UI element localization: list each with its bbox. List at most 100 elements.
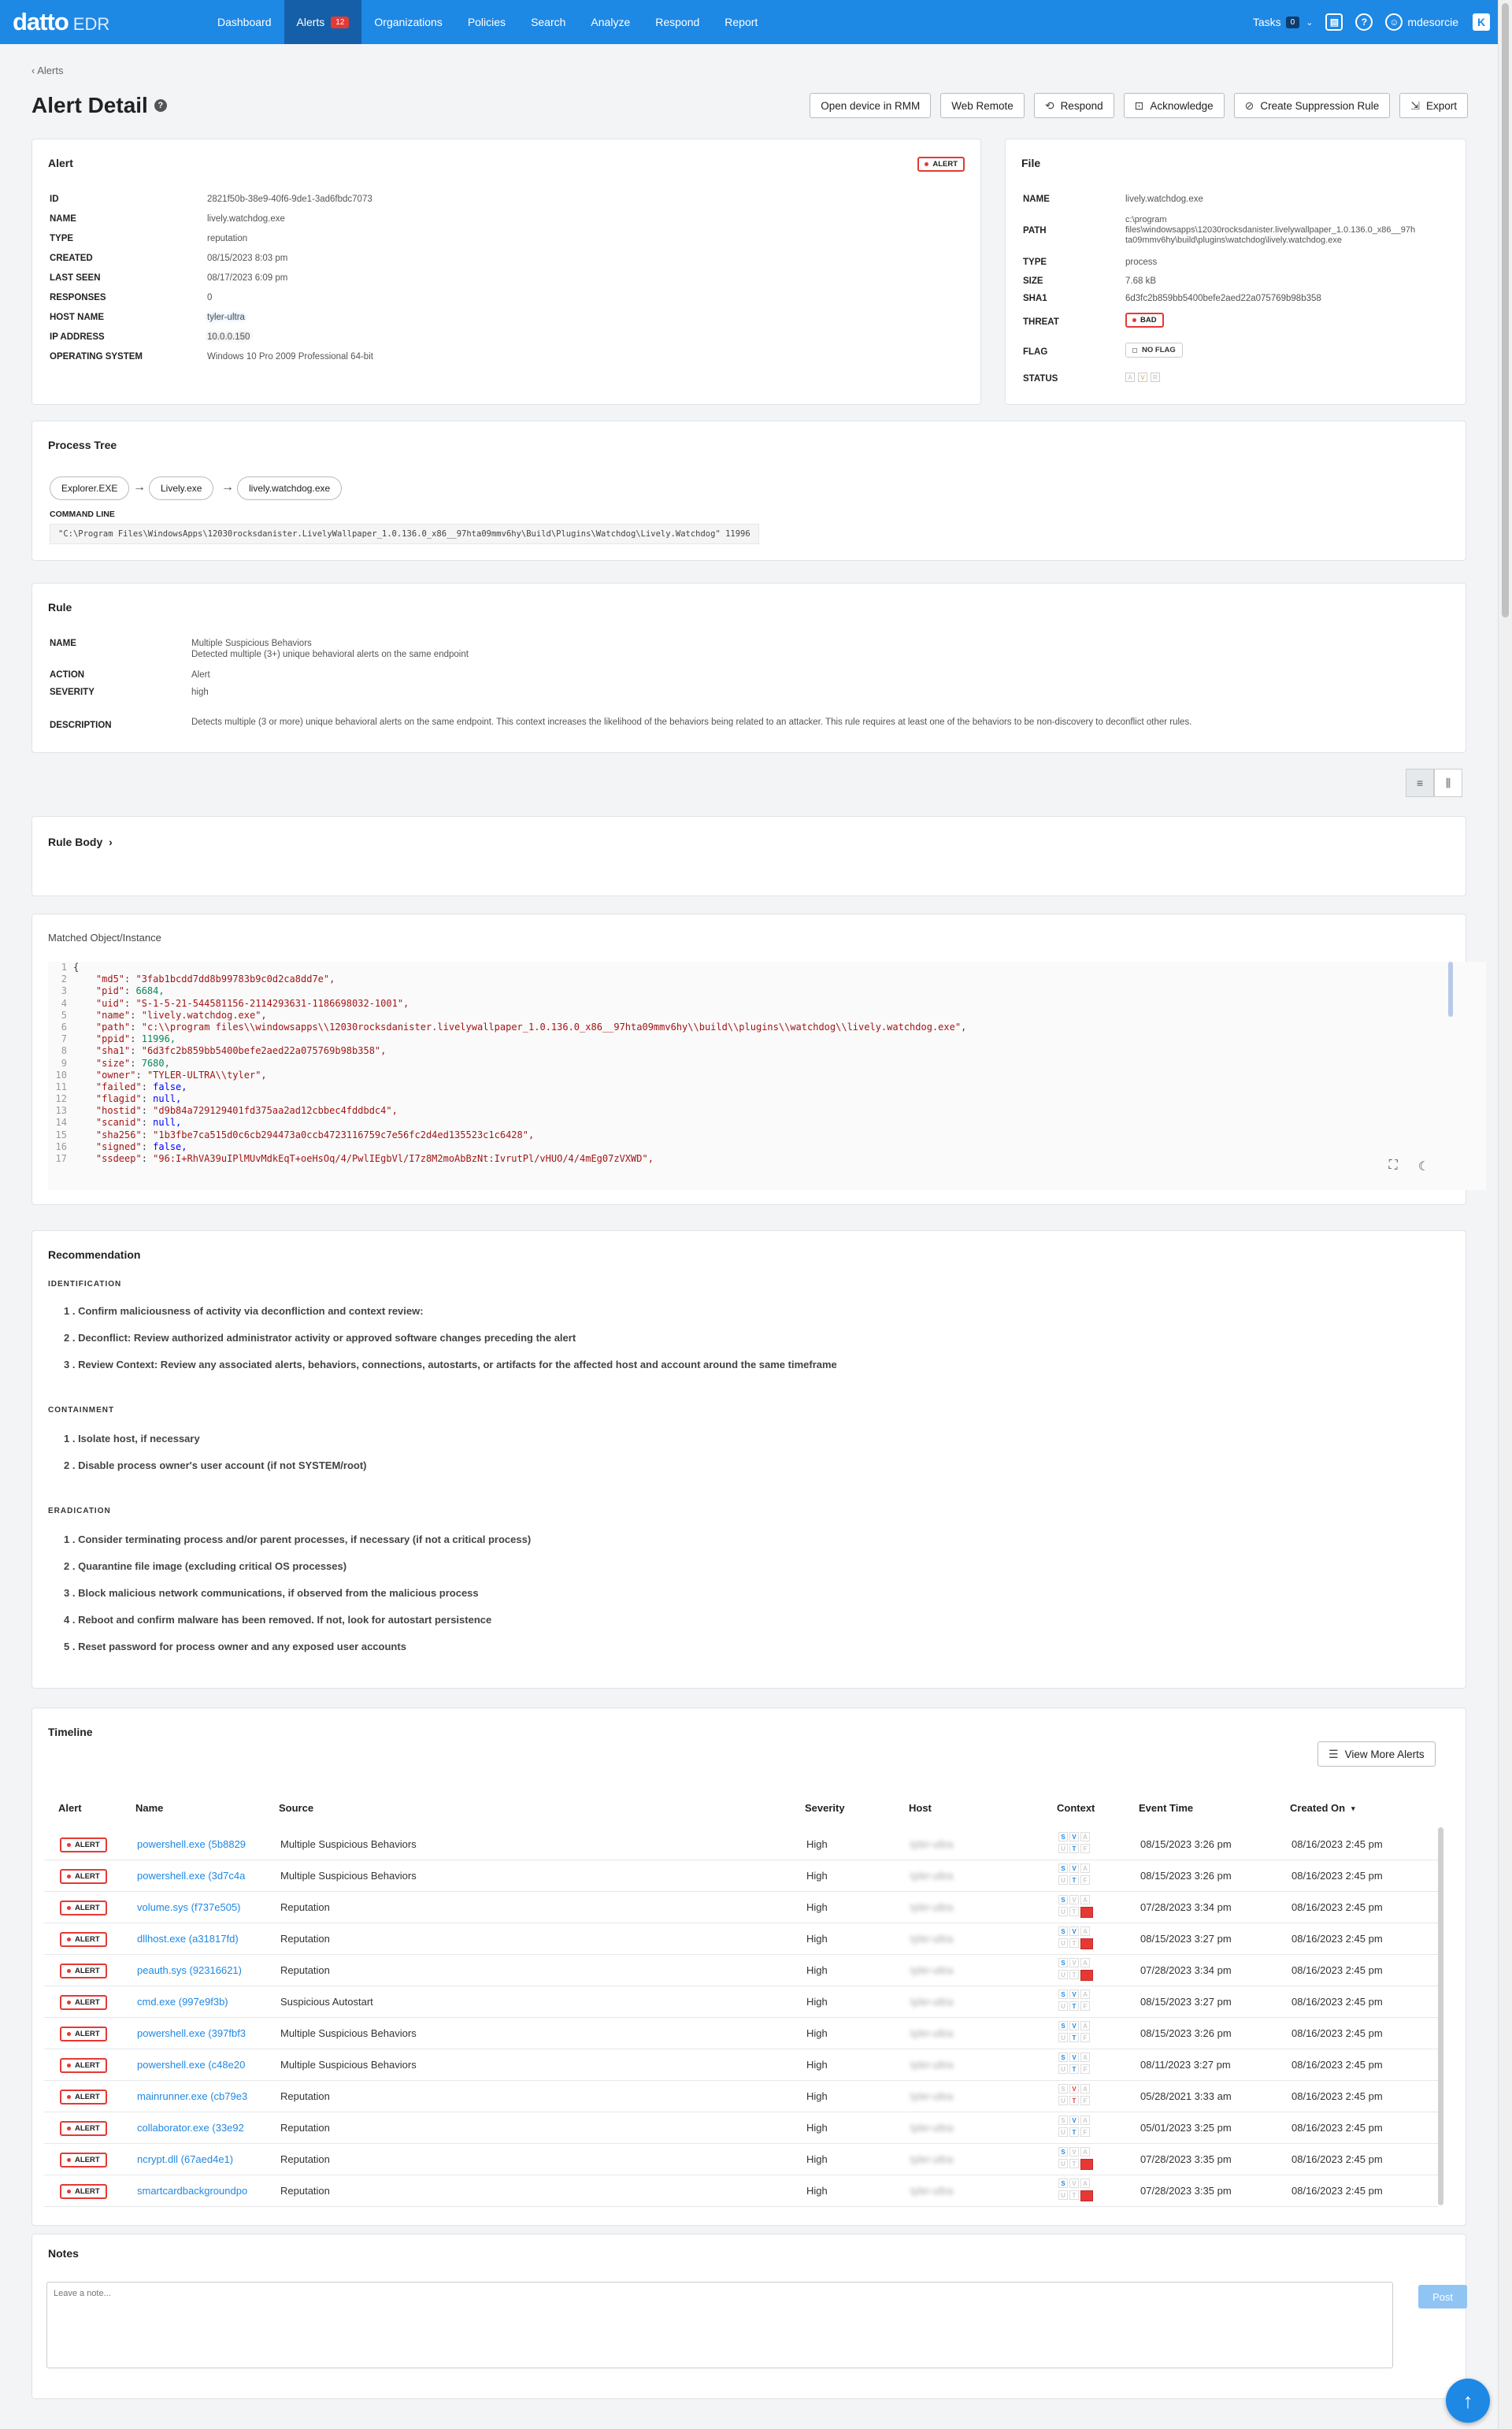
column-view-button[interactable]: ⫼: [1434, 769, 1462, 797]
context-f-icon[interactable]: F: [1080, 2033, 1090, 2042]
table-row[interactable]: ALERT mainrunner.exe (cb79e3 Reputation Hig…: [44, 2081, 1438, 2112]
tasks-menu[interactable]: Tasks 0 ⌄: [1253, 16, 1314, 28]
nav-report[interactable]: Report: [712, 0, 770, 44]
alert-name-link[interactable]: cmd.exe (997e9f3b): [137, 1996, 255, 2008]
question-icon[interactable]: ?: [154, 99, 167, 112]
nav-policies[interactable]: Policies: [455, 0, 518, 44]
table-row[interactable]: ALERT powershell.exe (c48e20 Multiple Susp…: [44, 2049, 1438, 2081]
process-node-lively[interactable]: Lively.exe: [149, 477, 214, 500]
user-menu[interactable]: ☺ mdesorcie: [1385, 13, 1458, 31]
context-u-icon[interactable]: U: [1058, 1844, 1068, 1853]
table-row[interactable]: ALERT collaborator.exe (33e92 Reputation Hi…: [44, 2112, 1438, 2144]
nav-alerts[interactable]: Alerts 12: [284, 0, 362, 44]
context-u-icon[interactable]: U: [1058, 2190, 1068, 2200]
json-scrollbar[interactable]: [1448, 962, 1453, 1017]
nav-dashboard[interactable]: Dashboard: [205, 0, 284, 44]
context-v-icon[interactable]: V: [1069, 2116, 1079, 2125]
context-s-icon[interactable]: S: [1058, 1958, 1068, 1967]
context-v-icon[interactable]: V: [1069, 1958, 1079, 1967]
context-v-icon[interactable]: V: [1069, 2147, 1079, 2156]
context-s-icon[interactable]: S: [1058, 1863, 1068, 1873]
expand-icon[interactable]: ⛶: [1388, 1159, 1397, 1174]
status-icon-r[interactable]: R: [1151, 373, 1160, 382]
open-rmm-button[interactable]: Open device in RMM: [810, 93, 932, 118]
context-u-icon[interactable]: U: [1058, 1907, 1068, 1916]
nav-analyze[interactable]: Analyze: [578, 0, 643, 44]
alert-name-link[interactable]: mainrunner.exe (cb79e3: [137, 2090, 255, 2102]
alert-name-link[interactable]: peauth.sys (92316621): [137, 1964, 255, 1976]
view-more-alerts-button[interactable]: ☰ View More Alerts: [1317, 1741, 1436, 1767]
table-row[interactable]: ALERT volume.sys (f737e505) Reputation High…: [44, 1892, 1438, 1923]
alert-name-link[interactable]: powershell.exe (5b8829: [137, 1838, 255, 1850]
context-u-icon[interactable]: U: [1058, 2127, 1068, 2137]
context-f-icon[interactable]: F: [1080, 1844, 1090, 1853]
alert-name-link[interactable]: powershell.exe (397fbf3: [137, 2027, 255, 2039]
export-button[interactable]: ⇲ Export: [1399, 93, 1468, 118]
context-v-icon[interactable]: V: [1069, 1832, 1079, 1841]
context-s-icon[interactable]: S: [1058, 1990, 1068, 1999]
context-a-icon[interactable]: A: [1080, 2021, 1090, 2030]
rule-body-toggle[interactable]: Rule Body ›: [48, 836, 113, 848]
context-a-icon[interactable]: A: [1080, 1895, 1090, 1904]
context-s-icon[interactable]: S: [1058, 1895, 1068, 1904]
list-view-button[interactable]: ≡: [1406, 769, 1434, 797]
context-t-icon[interactable]: T: [1069, 1875, 1079, 1885]
alert-name-link[interactable]: dllhost.exe (a31817fd): [137, 1933, 255, 1945]
table-row[interactable]: ALERT powershell.exe (5b8829 Multiple Susp…: [44, 1829, 1438, 1860]
context-s-icon[interactable]: S: [1058, 2116, 1068, 2125]
nav-organizations[interactable]: Organizations: [361, 0, 454, 44]
context-v-icon[interactable]: V: [1069, 2021, 1079, 2030]
moon-icon[interactable]: ☾: [1418, 1159, 1429, 1174]
timeline-scrollbar[interactable]: [1438, 1827, 1443, 2205]
alert-name-link[interactable]: powershell.exe (3d7c4a: [137, 1870, 255, 1882]
json-viewer[interactable]: 1{2 "md5": "3fab1bcdd7dd8b99783b9c0d2ca8…: [48, 962, 1486, 1190]
nav-respond[interactable]: Respond: [643, 0, 712, 44]
context-s-icon[interactable]: S: [1058, 2147, 1068, 2156]
threat-red-icon[interactable]: [1080, 1970, 1093, 1981]
context-v-icon[interactable]: V: [1069, 2053, 1079, 2062]
context-f-icon[interactable]: F: [1080, 2096, 1090, 2105]
table-row[interactable]: ALERT peauth.sys (92316621) Reputation High…: [44, 1955, 1438, 1986]
context-u-icon[interactable]: U: [1058, 1875, 1068, 1885]
context-a-icon[interactable]: A: [1080, 1958, 1090, 1967]
page-scrollbar-thumb[interactable]: [1502, 3, 1509, 617]
context-v-icon[interactable]: V: [1069, 2179, 1079, 2188]
context-a-icon[interactable]: A: [1080, 2116, 1090, 2125]
note-input[interactable]: [46, 2282, 1393, 2368]
context-u-icon[interactable]: U: [1058, 2001, 1068, 2011]
context-s-icon[interactable]: S: [1058, 1927, 1068, 1936]
context-s-icon[interactable]: S: [1058, 2053, 1068, 2062]
context-f-icon[interactable]: F: [1080, 1875, 1090, 1885]
context-u-icon[interactable]: U: [1058, 2033, 1068, 2042]
acknowledge-button[interactable]: ⊡ Acknowledge: [1123, 93, 1225, 118]
alert-name-link[interactable]: ncrypt.dll (67aed4e1): [137, 2153, 255, 2165]
context-v-icon[interactable]: V: [1069, 1895, 1079, 1904]
context-a-icon[interactable]: A: [1080, 1863, 1090, 1873]
table-row[interactable]: ALERT smartcardbackgroundpo Reputation High…: [44, 2175, 1438, 2207]
status-icon-v[interactable]: V: [1138, 373, 1147, 382]
process-node-explorer[interactable]: Explorer.EXE: [50, 477, 130, 500]
threat-red-icon[interactable]: [1080, 2190, 1093, 2201]
alert-name-link[interactable]: collaborator.exe (33e92: [137, 2122, 255, 2134]
process-node-watchdog[interactable]: lively.watchdog.exe: [237, 477, 343, 500]
create-suppression-rule-button[interactable]: ⊘ Create Suppression Rule: [1233, 93, 1391, 118]
rule-name-link[interactable]: Multiple Suspicious Behaviors: [191, 639, 312, 648]
table-row[interactable]: ALERT cmd.exe (997e9f3b) Suspicious Autost…: [44, 1986, 1438, 2018]
context-f-icon[interactable]: F: [1080, 2064, 1090, 2074]
context-t-icon[interactable]: T: [1069, 1970, 1079, 1979]
context-t-icon[interactable]: T: [1069, 2159, 1079, 2168]
context-t-icon[interactable]: T: [1069, 2064, 1079, 2074]
context-t-icon[interactable]: T: [1069, 1907, 1079, 1916]
context-a-icon[interactable]: A: [1080, 2147, 1090, 2156]
page-scrollbar[interactable]: [1498, 0, 1512, 2429]
status-icon-a[interactable]: A: [1125, 373, 1135, 382]
threat-red-icon[interactable]: [1080, 1907, 1093, 1918]
scroll-to-top-button[interactable]: ↑: [1446, 2379, 1490, 2423]
table-row[interactable]: ALERT ncrypt.dll (67aed4e1) Reputation High…: [44, 2144, 1438, 2175]
context-t-icon[interactable]: T: [1069, 2096, 1079, 2105]
threat-red-icon[interactable]: [1080, 1938, 1093, 1949]
context-u-icon[interactable]: U: [1058, 2096, 1068, 2105]
context-a-icon[interactable]: A: [1080, 1832, 1090, 1841]
nav-search[interactable]: Search: [518, 0, 578, 44]
context-v-icon[interactable]: V: [1069, 1863, 1079, 1873]
